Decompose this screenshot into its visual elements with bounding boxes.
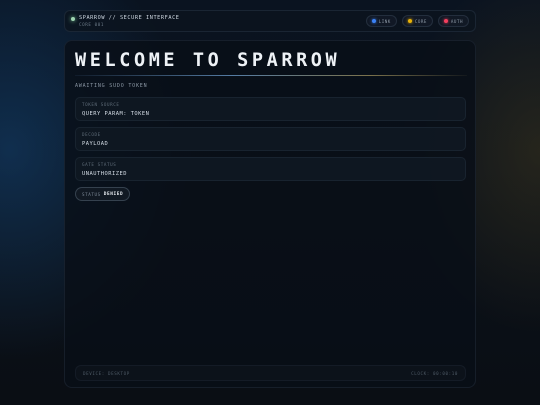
core-dot-icon [407, 19, 412, 23]
pill-label: LINK [378, 18, 391, 24]
footer-bar: DEVICE: DESKTOP CLOCK: 00:00:10 [75, 365, 466, 381]
pill-label: CORE [414, 18, 427, 24]
field-label: DECODE [82, 132, 101, 137]
status-value: DENIED [103, 191, 124, 197]
auth-dot-icon [443, 19, 448, 23]
pill-auth[interactable]: AUTH [437, 15, 469, 27]
page-subtitle: AWAITING SUDO TOKEN [75, 83, 148, 89]
clock-readout: CLOCK: 00:00:10 [411, 370, 458, 376]
page-title: WELCOME TO SPARROW [75, 50, 341, 71]
app-title: SPARROW // SECURE INTERFACE [79, 14, 180, 21]
indicator-pills: LINK CORE AUTH [365, 15, 469, 27]
title-divider [75, 75, 467, 76]
status-label: STATUS [82, 191, 101, 197]
field-value: PAYLOAD [82, 141, 109, 147]
pill-link[interactable]: LINK [365, 15, 397, 27]
pill-core[interactable]: CORE [401, 15, 433, 27]
field-value: QUERY PARAM: TOKEN [82, 111, 150, 117]
gate-status-field: GATE STATUS UNAUTHORIZED [75, 157, 466, 181]
pill-label: AUTH [450, 18, 463, 24]
status-dot-icon [71, 16, 75, 21]
field-label: GATE STATUS [82, 162, 117, 167]
brand: SPARROW // SECURE INTERFACE CORE 001 [71, 15, 180, 28]
main-panel: WELCOME TO SPARROW AWAITING SUDO TOKEN T… [64, 40, 476, 388]
device-readout: DEVICE: DESKTOP [83, 370, 130, 376]
link-dot-icon [371, 19, 376, 23]
token-source-field: TOKEN SOURCE QUERY PARAM: TOKEN [75, 97, 466, 121]
app-subtitle: CORE 001 [79, 21, 104, 27]
top-bar: SPARROW // SECURE INTERFACE CORE 001 LIN… [64, 10, 476, 32]
decode-field: DECODE PAYLOAD [75, 127, 466, 151]
field-label: TOKEN SOURCE [82, 102, 120, 107]
field-value: UNAUTHORIZED [82, 171, 127, 177]
status-badge: STATUS DENIED [75, 187, 131, 201]
